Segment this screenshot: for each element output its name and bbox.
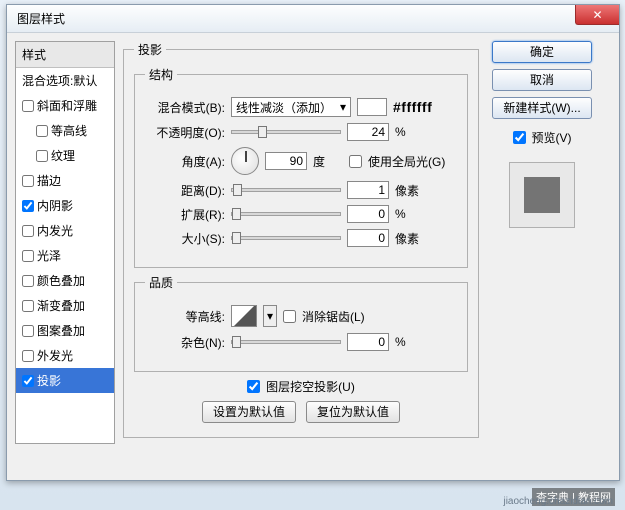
list-item[interactable]: 颜色叠加 (16, 268, 114, 293)
color-swatch[interactable] (357, 98, 387, 116)
list-item[interactable]: 内发光 (16, 218, 114, 243)
list-item[interactable]: 等高线 (16, 118, 114, 143)
blend-options-row[interactable]: 混合选项:默认 (16, 68, 114, 93)
checkbox[interactable] (36, 150, 48, 162)
global-light-checkbox[interactable] (349, 155, 362, 168)
style-list-header[interactable]: 样式 (16, 42, 114, 68)
layer-style-dialog: 图层样式 ✕ 样式 混合选项:默认 斜面和浮雕 等高线 纹理 描边 内阴影 内发… (6, 4, 620, 481)
close-button[interactable]: ✕ (575, 5, 619, 25)
panel-title: 投影 (134, 41, 166, 58)
checkbox[interactable] (36, 125, 48, 137)
checkbox[interactable] (22, 225, 34, 237)
size-slider[interactable] (231, 236, 341, 240)
size-unit: 像素 (395, 230, 425, 247)
list-item[interactable]: 外发光 (16, 343, 114, 368)
list-item-selected[interactable]: 投影 (16, 368, 114, 393)
drop-shadow-fieldset: 投影 结构 混合模式(B): 线性减淡（添加）▾ #ffffff 不透明度(O)… (123, 41, 479, 438)
antialias-checkbox[interactable] (283, 310, 296, 323)
list-item[interactable]: 斜面和浮雕 (16, 93, 114, 118)
spread-slider[interactable] (231, 212, 341, 216)
title-bar: 图层样式 ✕ (7, 5, 619, 33)
make-default-button[interactable]: 设置为默认值 (202, 401, 296, 423)
checkbox[interactable] (22, 175, 34, 187)
footer-url: jiaocheng.chazidian.com (503, 496, 613, 507)
blend-mode-label: 混合模式(B): (145, 99, 225, 116)
new-style-button[interactable]: 新建样式(W)... (492, 97, 592, 119)
list-item[interactable]: 图案叠加 (16, 318, 114, 343)
antialias-label: 消除锯齿(L) (302, 308, 365, 325)
contour-dropdown[interactable]: ▾ (263, 305, 277, 327)
color-hex: #ffffff (393, 99, 432, 115)
noise-label: 杂色(N): (145, 334, 225, 351)
structure-legend: 结构 (145, 66, 177, 83)
opacity-slider[interactable] (231, 130, 341, 134)
distance-unit: 像素 (395, 182, 425, 199)
checkbox[interactable] (22, 375, 34, 387)
structure-fieldset: 结构 混合模式(B): 线性减淡（添加）▾ #ffffff 不透明度(O): 2… (134, 66, 468, 268)
quality-legend: 品质 (145, 274, 177, 291)
noise-input[interactable]: 0 (347, 333, 389, 351)
angle-input[interactable]: 90 (265, 152, 307, 170)
quality-fieldset: 品质 等高线: ▾ 消除锯齿(L) 杂色(N): 0 % (134, 274, 468, 372)
checkbox[interactable] (22, 250, 34, 262)
cancel-button[interactable]: 取消 (492, 69, 592, 91)
checkbox[interactable] (22, 300, 34, 312)
knockout-label: 图层挖空投影(U) (266, 378, 355, 395)
size-input[interactable]: 0 (347, 229, 389, 247)
checkbox[interactable] (22, 275, 34, 287)
chevron-down-icon: ▾ (340, 100, 346, 114)
list-item[interactable]: 光泽 (16, 243, 114, 268)
distance-label: 距离(D): (145, 182, 225, 199)
style-list: 样式 混合选项:默认 斜面和浮雕 等高线 纹理 描边 内阴影 内发光 光泽 颜色… (15, 41, 115, 444)
list-item[interactable]: 描边 (16, 168, 114, 193)
angle-unit: 度 (313, 153, 343, 170)
preview-box (509, 162, 575, 228)
noise-slider[interactable] (231, 340, 341, 344)
contour-label: 等高线: (145, 308, 225, 325)
close-icon: ✕ (592, 8, 602, 22)
angle-dial[interactable] (231, 147, 259, 175)
opacity-unit: % (395, 125, 425, 139)
size-label: 大小(S): (145, 230, 225, 247)
list-item[interactable]: 渐变叠加 (16, 293, 114, 318)
preview-label: 预览(V) (532, 129, 572, 146)
right-panel: 确定 取消 新建样式(W)... 预览(V) (487, 41, 597, 444)
distance-input[interactable]: 1 (347, 181, 389, 199)
list-item[interactable]: 纹理 (16, 143, 114, 168)
spread-unit: % (395, 207, 425, 221)
knockout-checkbox[interactable] (247, 380, 260, 393)
blend-mode-select[interactable]: 线性减淡（添加）▾ (231, 97, 351, 117)
checkbox[interactable] (22, 100, 34, 112)
checkbox[interactable] (22, 350, 34, 362)
center-panel: 投影 结构 混合模式(B): 线性减淡（添加）▾ #ffffff 不透明度(O)… (123, 41, 479, 444)
preview-checkbox[interactable] (513, 131, 526, 144)
window-title: 图层样式 (17, 10, 65, 27)
ok-button[interactable]: 确定 (492, 41, 592, 63)
spread-label: 扩展(R): (145, 206, 225, 223)
preview-swatch (524, 177, 560, 213)
checkbox[interactable] (22, 200, 34, 212)
opacity-input[interactable]: 24 (347, 123, 389, 141)
contour-thumb[interactable] (231, 305, 257, 327)
reset-default-button[interactable]: 复位为默认值 (306, 401, 400, 423)
global-light-label: 使用全局光(G) (368, 153, 445, 170)
chevron-down-icon: ▾ (267, 309, 273, 323)
distance-slider[interactable] (231, 188, 341, 192)
spread-input[interactable]: 0 (347, 205, 389, 223)
noise-unit: % (395, 335, 425, 349)
angle-label: 角度(A): (145, 153, 225, 170)
list-item[interactable]: 内阴影 (16, 193, 114, 218)
opacity-label: 不透明度(O): (145, 124, 225, 141)
checkbox[interactable] (22, 325, 34, 337)
